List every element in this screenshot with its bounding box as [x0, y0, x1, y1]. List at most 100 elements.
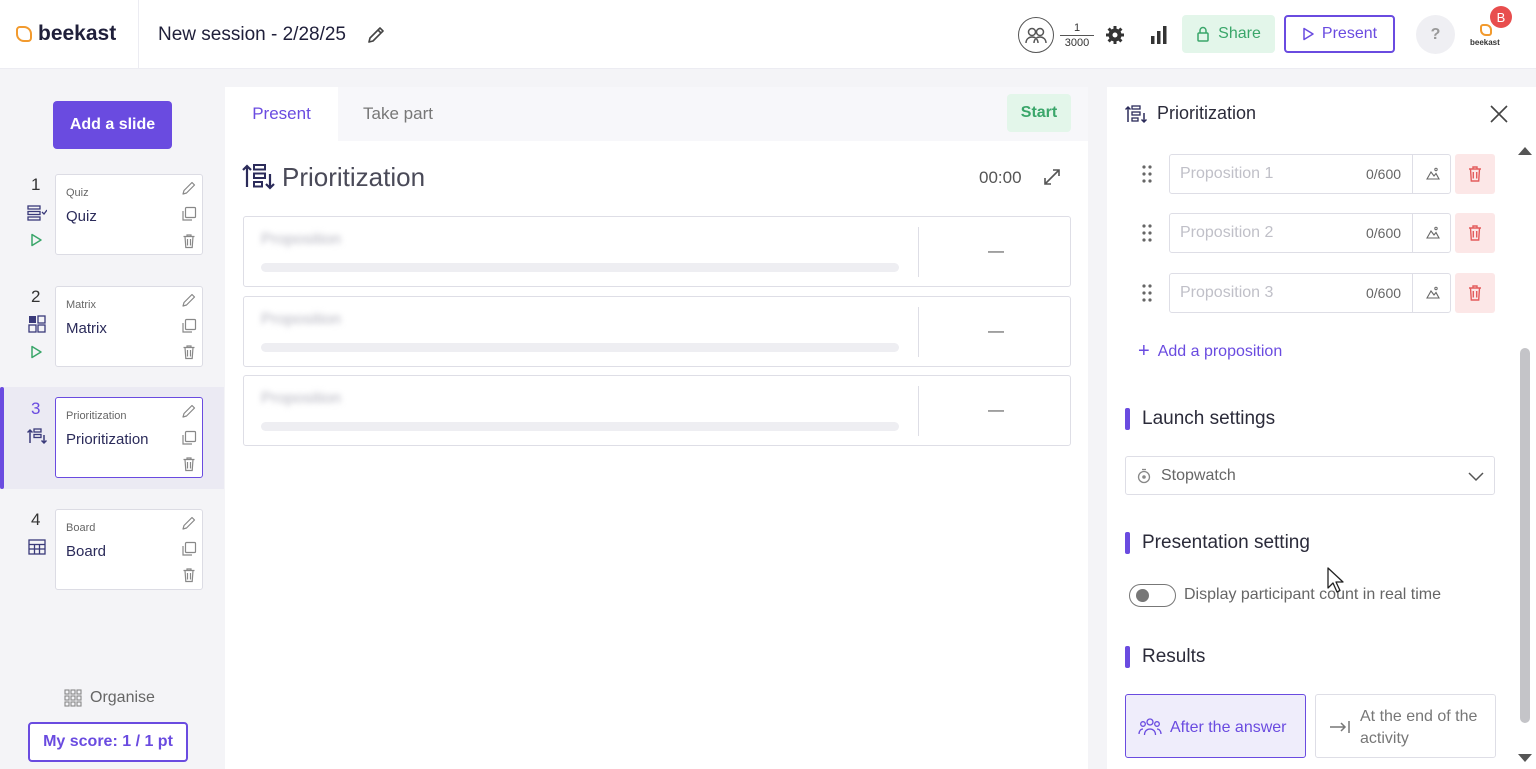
- scrollbar-thumb[interactable]: [1520, 348, 1530, 723]
- drag-handle-icon[interactable]: [1140, 283, 1154, 303]
- proposition-progress-bar: [261, 343, 899, 352]
- slide-category: Board: [66, 522, 96, 534]
- image-icon: [1426, 226, 1440, 239]
- delete-slide-trash-icon[interactable]: [181, 567, 197, 583]
- slide-settings-panel: Prioritization Proposition 1 0/600 Propo…: [1107, 87, 1536, 769]
- slide-played-icon: [31, 345, 42, 359]
- row-divider: [918, 307, 919, 357]
- delete-slide-trash-icon[interactable]: [181, 344, 197, 360]
- avatar-initial-badge: B: [1490, 6, 1512, 28]
- slide-card-board[interactable]: Board Board: [55, 509, 203, 590]
- header-divider: [138, 0, 139, 69]
- delete-slide-trash-icon[interactable]: [181, 233, 197, 249]
- duplicate-slide-icon[interactable]: [181, 318, 197, 334]
- image-icon: [1426, 167, 1440, 180]
- image-icon: [1426, 286, 1440, 299]
- slide-played-icon: [31, 233, 42, 247]
- add-proposition-button[interactable]: + Add a proposition: [1138, 340, 1282, 363]
- beekast-logo[interactable]: beekast: [16, 22, 116, 46]
- start-button[interactable]: Start: [1007, 94, 1071, 132]
- launch-mode-select[interactable]: Stopwatch: [1125, 456, 1495, 495]
- proposition-input[interactable]: Proposition 3 0/600: [1169, 273, 1451, 313]
- results-after-answer-option[interactable]: After the answer: [1125, 694, 1306, 758]
- share-button[interactable]: Share: [1182, 15, 1275, 53]
- participant-count-toggle[interactable]: [1129, 584, 1176, 607]
- add-image-button[interactable]: [1412, 155, 1452, 193]
- results-title: Results: [1142, 646, 1206, 667]
- row-divider: [918, 227, 919, 277]
- proposition-result-row: Proposition —: [243, 375, 1071, 446]
- character-count: 0/600: [1366, 166, 1402, 182]
- scroll-up-arrow-icon[interactable]: [1518, 147, 1532, 155]
- settings-gear-icon[interactable]: [1104, 24, 1126, 46]
- my-score-button[interactable]: My score: 1 / 1 pt: [28, 722, 188, 762]
- proposition-score: —: [988, 243, 1004, 260]
- tab-take-part[interactable]: Take part: [338, 87, 458, 141]
- panel-scrollbar[interactable]: [1517, 140, 1536, 769]
- trash-icon: [1469, 166, 1481, 182]
- slide-category: Matrix: [66, 299, 96, 311]
- scroll-down-arrow-icon[interactable]: [1518, 754, 1532, 762]
- participant-count: 1 3000: [1060, 22, 1094, 49]
- help-button[interactable]: ?: [1416, 15, 1455, 54]
- add-image-button[interactable]: [1412, 274, 1452, 312]
- add-image-button[interactable]: [1412, 214, 1452, 252]
- proposition-label: Proposition: [261, 311, 342, 328]
- user-avatar[interactable]: beekast B: [1468, 6, 1518, 56]
- edit-slide-pencil-icon[interactable]: [181, 403, 197, 419]
- slide-number: 1: [31, 175, 41, 194]
- fullscreen-expand-icon[interactable]: [1042, 167, 1062, 187]
- slide-card-quiz[interactable]: Quiz Quiz: [55, 174, 203, 255]
- prioritization-icon: [242, 164, 275, 190]
- delete-proposition-button[interactable]: [1455, 273, 1495, 313]
- participant-counter[interactable]: 1 3000: [1018, 17, 1094, 53]
- duplicate-slide-icon[interactable]: [181, 206, 197, 222]
- proposition-input[interactable]: Proposition 2 0/600: [1169, 213, 1451, 253]
- delete-proposition-button[interactable]: [1455, 154, 1495, 194]
- edit-title-pencil-icon[interactable]: [365, 24, 387, 46]
- duplicate-slide-icon[interactable]: [181, 430, 197, 446]
- slide-card-prioritization[interactable]: Prioritization Prioritization: [55, 397, 203, 478]
- slide-name: Prioritization: [66, 431, 149, 448]
- share-label: Share: [1218, 25, 1261, 42]
- mouse-cursor-icon: [1327, 567, 1344, 593]
- session-title[interactable]: New session - 2/28/25: [158, 24, 346, 46]
- edit-slide-pencil-icon[interactable]: [181, 292, 197, 308]
- participant-max: 3000: [1064, 36, 1090, 49]
- slide-number: 3: [31, 399, 41, 418]
- matrix-icon: [28, 315, 46, 333]
- slide-name: Quiz: [66, 208, 97, 225]
- delete-proposition-button[interactable]: [1455, 213, 1495, 253]
- add-slide-button[interactable]: Add a slide: [53, 101, 172, 149]
- edit-slide-pencil-icon[interactable]: [181, 180, 197, 196]
- lock-icon: [1197, 26, 1209, 42]
- results-chart-icon[interactable]: [1148, 24, 1170, 46]
- slide-card-matrix[interactable]: Matrix Matrix: [55, 286, 203, 367]
- slide-category: Prioritization: [66, 410, 127, 422]
- tab-present[interactable]: Present: [225, 87, 338, 141]
- edit-slide-pencil-icon[interactable]: [181, 515, 197, 531]
- stopwatch-timer: 00:00: [979, 168, 1022, 187]
- group-users-icon: [1138, 718, 1162, 736]
- drag-handle-icon[interactable]: [1140, 223, 1154, 243]
- stopwatch-icon: [1137, 468, 1151, 484]
- drag-handle-icon[interactable]: [1140, 164, 1154, 184]
- quiz-icon: [27, 205, 47, 221]
- proposition-result-row: Proposition —: [243, 216, 1071, 287]
- close-icon[interactable]: [1488, 103, 1510, 125]
- slide-number: 4: [31, 510, 41, 529]
- delete-slide-trash-icon[interactable]: [181, 456, 197, 472]
- organise-button[interactable]: Organise: [64, 689, 155, 707]
- results-end-of-activity-option[interactable]: At the end of the activity: [1315, 694, 1496, 758]
- present-button[interactable]: Present: [1284, 15, 1395, 53]
- slide-title: Prioritization: [282, 162, 426, 192]
- row-divider: [918, 386, 919, 436]
- present-label: Present: [1321, 25, 1378, 42]
- section-accent-bar: [1125, 532, 1130, 554]
- proposition-progress-bar: [261, 263, 899, 272]
- avatar-logo-icon: [1480, 24, 1492, 36]
- proposition-placeholder: Proposition 3: [1180, 284, 1274, 301]
- preview-tabs: Present Take part Start: [225, 87, 1088, 141]
- proposition-input[interactable]: Proposition 1 0/600: [1169, 154, 1451, 194]
- duplicate-slide-icon[interactable]: [181, 541, 197, 557]
